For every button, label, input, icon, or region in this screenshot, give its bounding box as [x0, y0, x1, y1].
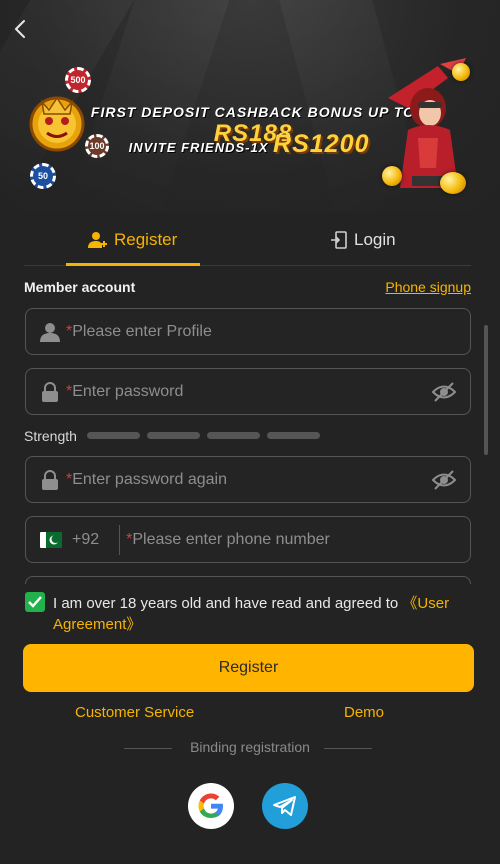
profile-field[interactable]: *Please enter Profile	[25, 308, 471, 355]
chip-500-icon: 500	[65, 67, 91, 93]
tab-login-label: Login	[354, 230, 396, 249]
strength-bar	[87, 432, 140, 439]
password-field[interactable]: *Enter password	[25, 368, 471, 415]
divider	[324, 748, 372, 749]
customer-service-link[interactable]: Customer Service	[75, 704, 194, 721]
promo-line-2: INVITE FRIENDS-1X RS1200	[128, 130, 370, 158]
login-door-icon	[331, 231, 347, 249]
promo-banner[interactable]: 500 100 50 FIRST DEPOSIT CASHBACK BONUS …	[0, 0, 500, 212]
active-tab-indicator	[66, 263, 200, 266]
next-field-partial[interactable]	[25, 576, 471, 584]
checkmark-icon	[28, 596, 42, 608]
register-button[interactable]: Register	[23, 644, 474, 692]
strength-label: Strength	[24, 428, 77, 444]
password-confirm-field[interactable]: *Enter password again	[25, 456, 471, 503]
back-arrow-icon[interactable]	[10, 18, 32, 40]
google-icon	[198, 793, 223, 818]
google-login-button[interactable]	[188, 783, 234, 829]
agree-checkbox[interactable]	[25, 592, 45, 612]
add-user-icon	[88, 232, 107, 248]
chip-50-icon: 50	[30, 163, 56, 189]
agreement-text: I am over 18 years old and have read and…	[53, 595, 450, 633]
section-title: Member account	[24, 279, 136, 295]
tab-login[interactable]: Login	[330, 214, 396, 266]
hide-password-icon[interactable]	[432, 381, 456, 403]
password-placeholder: Enter password	[72, 382, 184, 400]
country-code[interactable]: +92	[72, 531, 99, 549]
phone-field[interactable]: +92 *Please enter phone number	[25, 516, 471, 563]
coin-icon	[452, 63, 470, 81]
auth-tabs: Register Login	[24, 214, 471, 266]
tab-register-label: Register	[114, 230, 178, 249]
strength-bar	[267, 432, 320, 439]
phone-signup-link[interactable]: Phone signup	[385, 279, 471, 295]
strength-bar	[147, 432, 200, 439]
form-scrollbar[interactable]	[484, 325, 488, 455]
pakistan-flag-icon[interactable]	[40, 531, 62, 548]
demo-link[interactable]: Demo	[344, 704, 384, 721]
password-confirm-placeholder: Enter password again	[72, 470, 227, 488]
binding-registration-label: Binding registration	[190, 739, 310, 755]
telegram-login-button[interactable]	[262, 783, 308, 829]
golden-mask-icon	[29, 96, 85, 152]
tab-register[interactable]: Register	[88, 214, 177, 266]
coin-icon	[382, 166, 402, 186]
phone-placeholder: Please enter phone number	[132, 530, 330, 548]
lock-icon	[40, 381, 60, 402]
lock-icon	[40, 469, 60, 490]
strength-bar	[207, 432, 260, 439]
coin-icon	[440, 172, 466, 194]
user-icon	[40, 322, 60, 342]
hide-password-icon[interactable]	[432, 469, 456, 491]
telegram-icon	[273, 796, 296, 816]
profile-placeholder: Please enter Profile	[72, 322, 212, 340]
